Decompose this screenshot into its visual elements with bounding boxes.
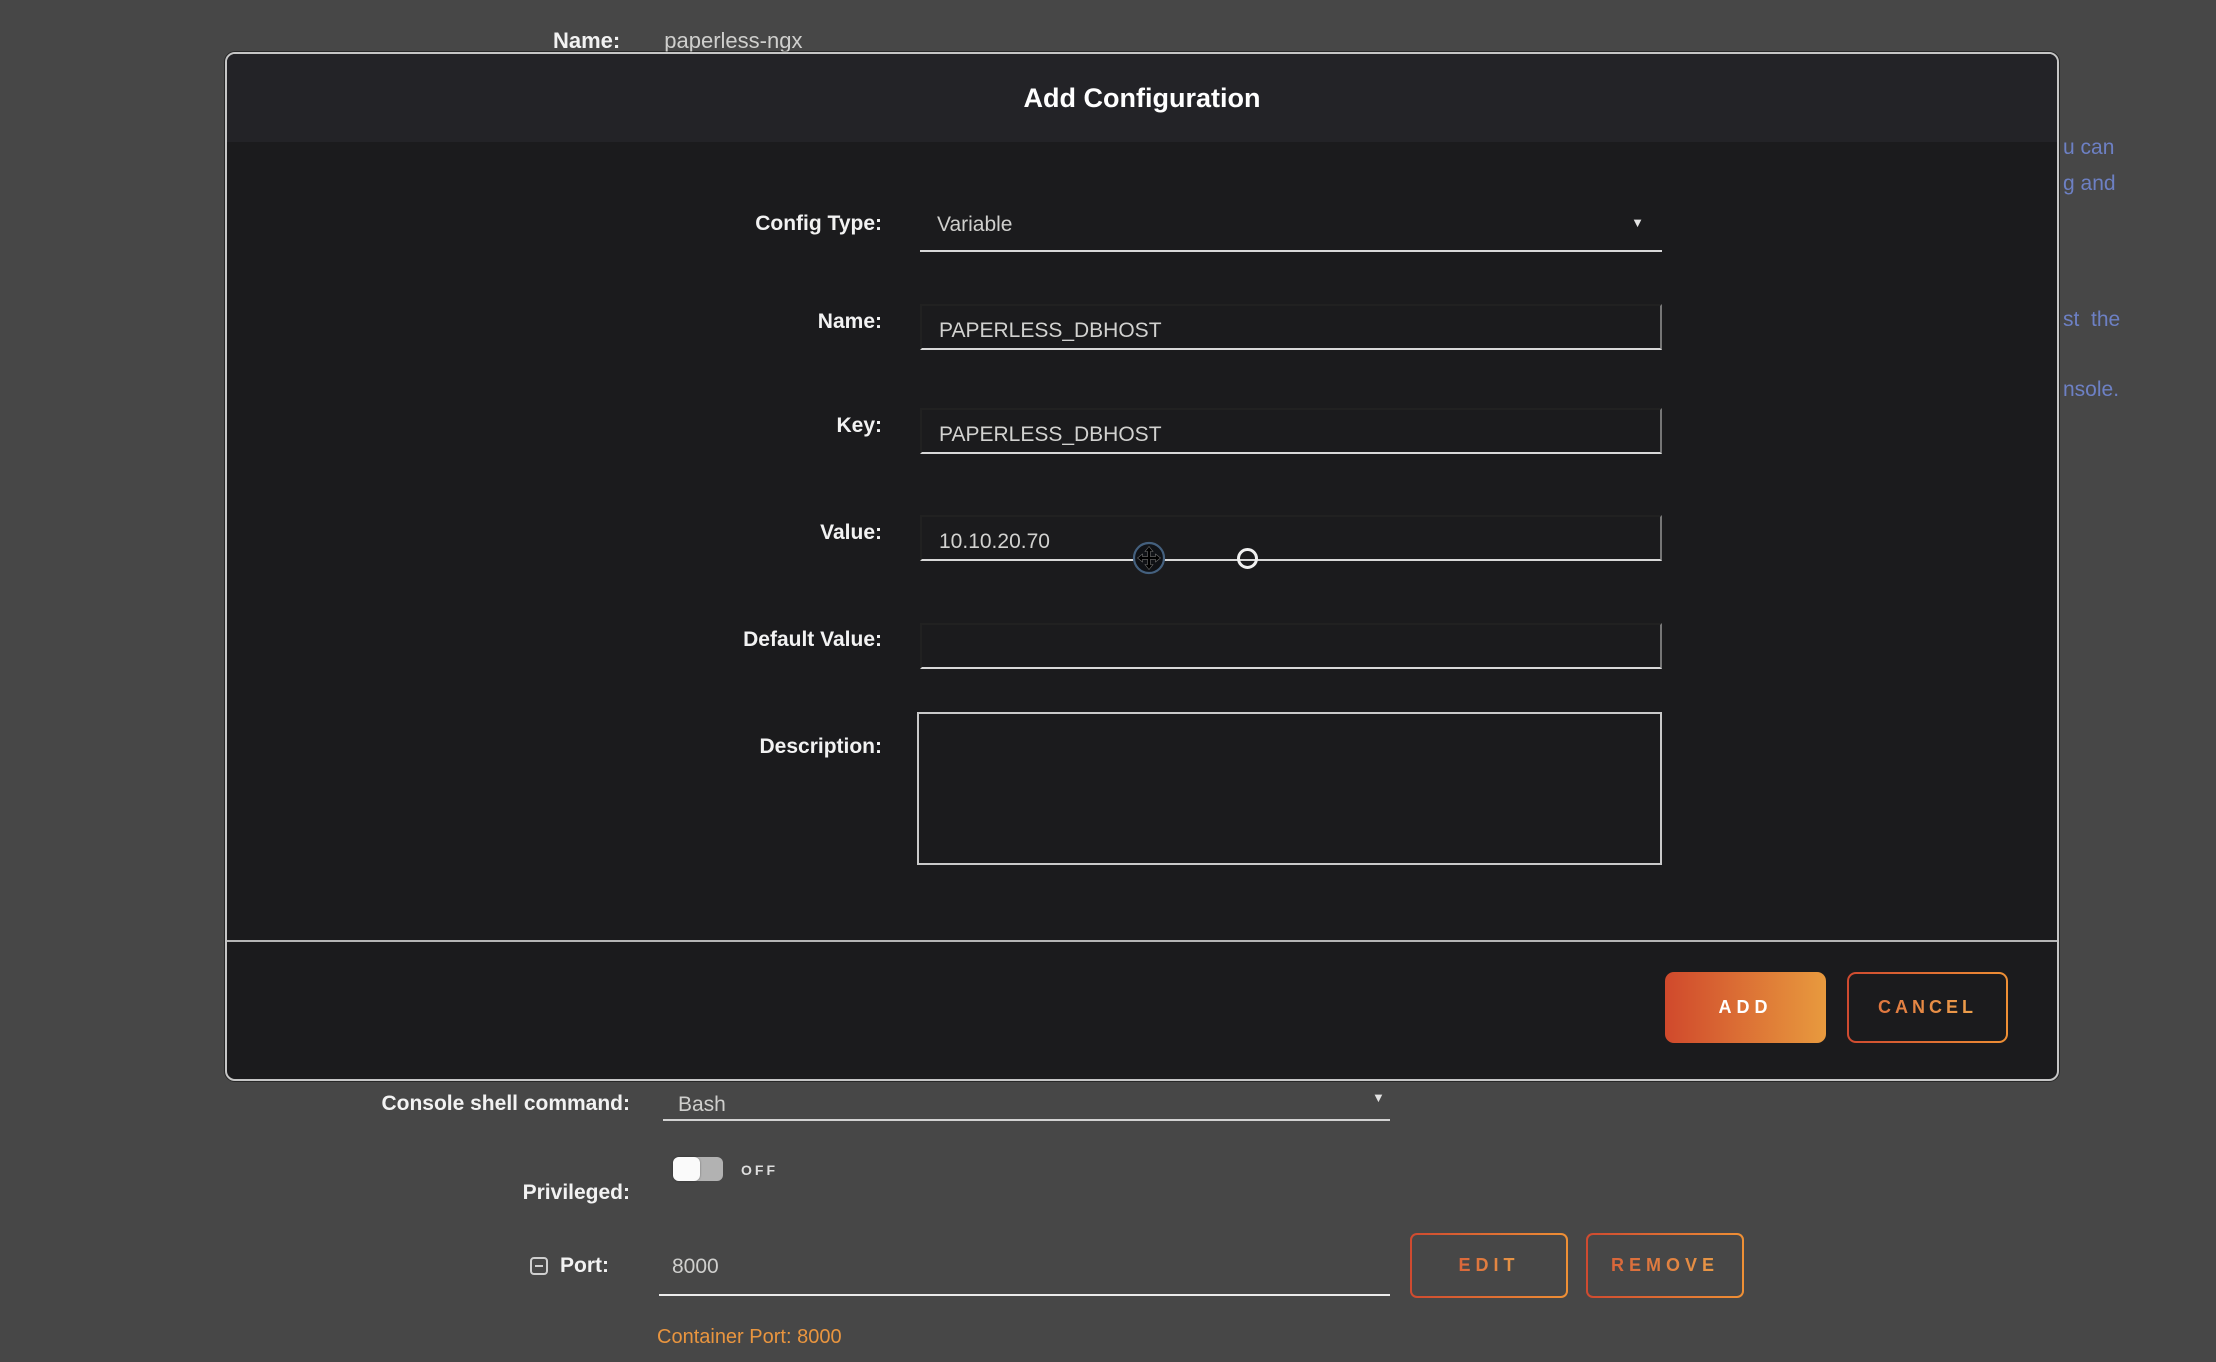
clipped-text-line1: u can — [2063, 136, 2114, 160]
remove-button-label: REMOVE — [1611, 1255, 1719, 1276]
privileged-label: Privileged: — [430, 1181, 630, 1205]
privileged-toggle[interactable] — [673, 1157, 723, 1181]
bg-name-label: Name: — [553, 28, 620, 54]
chevron-down-icon[interactable]: ▼ — [1372, 1090, 1385, 1105]
move-cursor-icon — [1132, 541, 1166, 575]
privileged-state: OFF — [741, 1162, 778, 1178]
cancel-button-label: CANCEL — [1878, 997, 1977, 1018]
clipped-text-line2: g and — [2063, 172, 2116, 196]
key-label: Key: — [427, 414, 882, 438]
name-label: Name: — [427, 310, 882, 334]
edit-button-label: EDIT — [1458, 1255, 1519, 1276]
toggle-knob — [673, 1157, 700, 1181]
name-input[interactable] — [920, 304, 1662, 350]
add-button[interactable]: ADD — [1665, 972, 1826, 1043]
port-label: Port: — [560, 1254, 609, 1278]
value-input[interactable] — [920, 515, 1662, 561]
container-port-hint: Container Port: 8000 — [657, 1326, 842, 1349]
add-configuration-dialog: Add Configuration Config Type: Variable … — [225, 52, 2059, 1081]
dialog-header: Add Configuration — [227, 54, 2057, 142]
chevron-down-icon: ▼ — [1631, 215, 1644, 230]
config-type-label: Config Type: — [427, 212, 882, 236]
screen: Name: paperless-ngx u can g and st the n… — [0, 0, 2216, 1362]
console-shell-select[interactable]: Bash — [678, 1093, 726, 1117]
clipped-text-line3: st the — [2063, 308, 2120, 332]
footer-divider — [227, 940, 2057, 942]
console-shell-underline — [663, 1119, 1390, 1121]
port-value-field[interactable]: 8000 — [672, 1255, 719, 1279]
config-type-value: Variable — [937, 213, 1013, 236]
cancel-button[interactable]: CANCEL — [1847, 972, 2008, 1043]
description-label: Description: — [427, 735, 882, 759]
description-textarea[interactable] — [917, 712, 1662, 865]
dialog-title: Add Configuration — [1024, 83, 1261, 114]
bg-name-value: paperless-ngx — [664, 28, 802, 54]
default-value-input[interactable] — [920, 623, 1662, 669]
key-input[interactable] — [920, 408, 1662, 454]
console-shell-label: Console shell command: — [330, 1092, 630, 1116]
default-value-label: Default Value: — [427, 628, 882, 652]
edit-button[interactable]: EDIT — [1410, 1233, 1568, 1298]
config-type-select[interactable]: Variable ▼ — [920, 206, 1662, 252]
collapse-icon[interactable] — [530, 1257, 548, 1275]
clipped-text-line4: nsole. — [2063, 378, 2119, 402]
value-label: Value: — [427, 521, 882, 545]
bg-name-row: Name: paperless-ngx — [553, 28, 802, 54]
remove-button[interactable]: REMOVE — [1586, 1233, 1744, 1298]
click-indicator-ring — [1237, 548, 1258, 569]
port-underline — [659, 1294, 1390, 1296]
